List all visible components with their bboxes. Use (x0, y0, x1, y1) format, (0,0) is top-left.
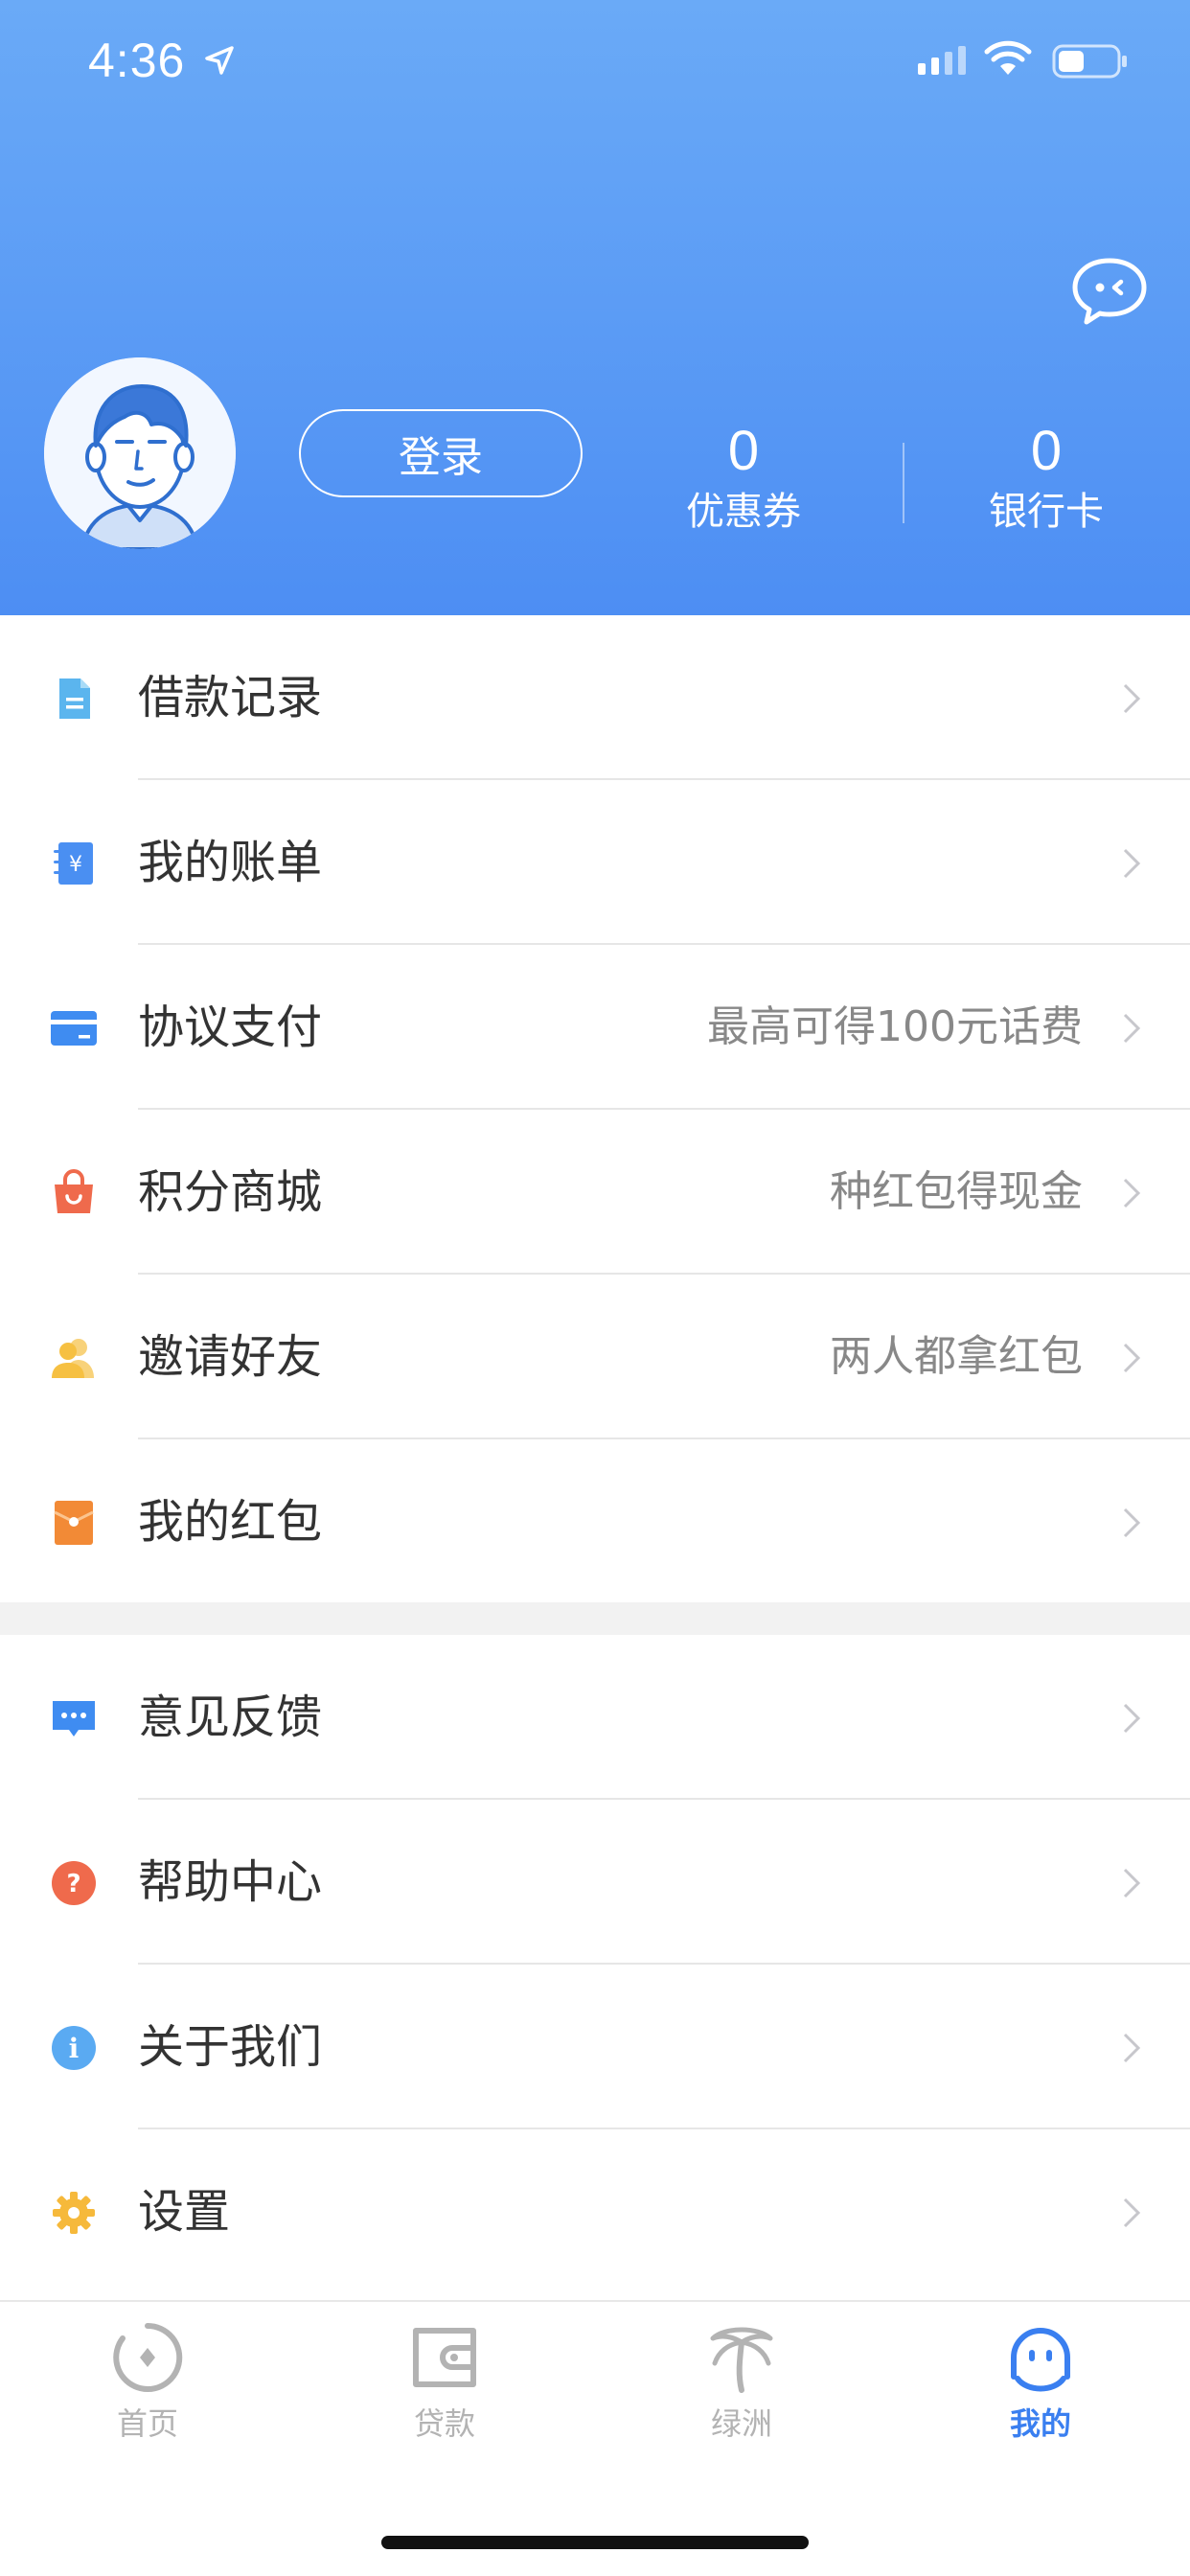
tab-oasis[interactable]: 绿洲 (646, 2321, 837, 2444)
menu-item-feedback[interactable]: 意见反馈 (0, 1635, 1190, 1800)
chevron-right-icon (1123, 848, 1141, 879)
coupon-label: 优惠券 (686, 490, 801, 534)
chevron-right-icon (1123, 1013, 1141, 1044)
menu-item-invite-friends[interactable]: 邀请好友 两人都拿红包 (0, 1275, 1190, 1439)
svg-text:i: i (69, 2033, 80, 2064)
bankcard-label: 银行卡 (989, 490, 1104, 534)
bankcard-count: 0 (1030, 420, 1063, 482)
document-icon (59, 678, 90, 719)
stat-divider (903, 443, 904, 523)
chevron-right-icon (1123, 1703, 1141, 1734)
mine-face-icon (1011, 2328, 1070, 2392)
wallet-icon (413, 2328, 476, 2387)
login-button[interactable]: 登录 (299, 409, 583, 497)
tab-bar: 首页 贷款 绿洲 我的 (0, 2300, 1190, 2576)
chevron-right-icon (1123, 1343, 1141, 1373)
menu-item-about-us[interactable]: i 关于我们 (0, 1965, 1190, 2129)
tab-home[interactable]: 首页 (52, 2321, 243, 2444)
help-icon: ? (52, 1861, 96, 1905)
menu-item-label: 我的账单 (138, 836, 323, 889)
primary-menu: 借款记录 ¥ 我的账单 协议支付 最高可得100元话费 积分商城 种红包得现金 … (0, 615, 1190, 1604)
menu-item-hint: 种红包得现金 (830, 1167, 1083, 1216)
menu-item-label: 意见反馈 (138, 1690, 323, 1744)
menu-item-loan-records[interactable]: 借款记录 (0, 615, 1190, 780)
card-icon (51, 1011, 97, 1046)
menu-item-label: 协议支付 (138, 1000, 323, 1054)
menu-item-label: 借款记录 (138, 671, 323, 724)
tab-label: 绿洲 (710, 2405, 772, 2442)
menu-item-points-mall[interactable]: 积分商城 种红包得现金 (0, 1110, 1190, 1275)
menu-item-label: 我的红包 (138, 1495, 323, 1549)
chevron-right-icon (1123, 1178, 1141, 1208)
palm-tree-icon (710, 2327, 773, 2393)
avatar-face-icon (44, 357, 236, 549)
battery-icon (1052, 44, 1127, 79)
section-gap (0, 1602, 1190, 1635)
bill-icon: ¥ (54, 842, 93, 885)
bankcard-stat[interactable]: 0 银行卡 (950, 418, 1142, 539)
tab-label: 贷款 (413, 2405, 475, 2442)
shopping-bag-icon (55, 1169, 93, 1213)
friends-icon (52, 1339, 94, 1378)
menu-item-label: 邀请好友 (138, 1330, 323, 1384)
avatar[interactable] (44, 357, 236, 549)
menu-item-agreement-payment[interactable]: 协议支付 最高可得100元话费 (0, 945, 1190, 1110)
home-indicator (381, 2536, 809, 2549)
chevron-right-icon (1123, 1507, 1141, 1538)
tab-label: 首页 (116, 2405, 178, 2442)
red-envelope-icon (54, 1501, 94, 1545)
menu-item-label: 关于我们 (138, 2020, 323, 2074)
wifi-icon (984, 40, 1032, 75)
coupon-count: 0 (727, 420, 760, 482)
chevron-right-icon (1123, 2033, 1141, 2063)
menu-item-label: 设置 (138, 2185, 231, 2239)
info-icon: i (52, 2026, 96, 2070)
tab-loan[interactable]: 贷款 (349, 2321, 540, 2444)
menu-item-my-red-envelopes[interactable]: 我的红包 (0, 1439, 1190, 1604)
chevron-right-icon (1123, 683, 1141, 714)
secondary-menu: 意见反馈 ? 帮助中心 i 关于我们 设置 (0, 1635, 1190, 2294)
svg-text:?: ? (66, 1870, 80, 1898)
chevron-right-icon (1123, 2197, 1141, 2228)
chevron-right-icon (1123, 1868, 1141, 1898)
menu-item-my-bills[interactable]: ¥ 我的账单 (0, 780, 1190, 945)
profile-header: 4:36 登录 0 优惠券 0 银行卡 (0, 0, 1190, 615)
cellular-signal-icon (918, 46, 966, 75)
status-time: 4:36 (88, 34, 186, 87)
tab-label: 我的 (1009, 2405, 1071, 2442)
svg-text:¥: ¥ (69, 853, 82, 877)
coupon-stat[interactable]: 0 优惠券 (648, 418, 839, 539)
menu-item-label: 帮助中心 (138, 1855, 323, 1909)
settings-icon (53, 2192, 95, 2234)
menu-item-hint: 两人都拿红包 (830, 1332, 1083, 1381)
home-icon (113, 2322, 183, 2392)
menu-item-hint: 最高可得100元话费 (707, 1002, 1083, 1051)
tab-mine[interactable]: 我的 (945, 2321, 1136, 2444)
menu-item-help-center[interactable]: ? 帮助中心 (0, 1800, 1190, 1965)
menu-item-settings[interactable]: 设置 (0, 2129, 1190, 2294)
location-arrow-icon (205, 46, 234, 75)
message-bubble-icon[interactable] (1069, 255, 1150, 328)
feedback-icon (53, 1701, 95, 1736)
menu-item-label: 积分商城 (138, 1165, 323, 1219)
